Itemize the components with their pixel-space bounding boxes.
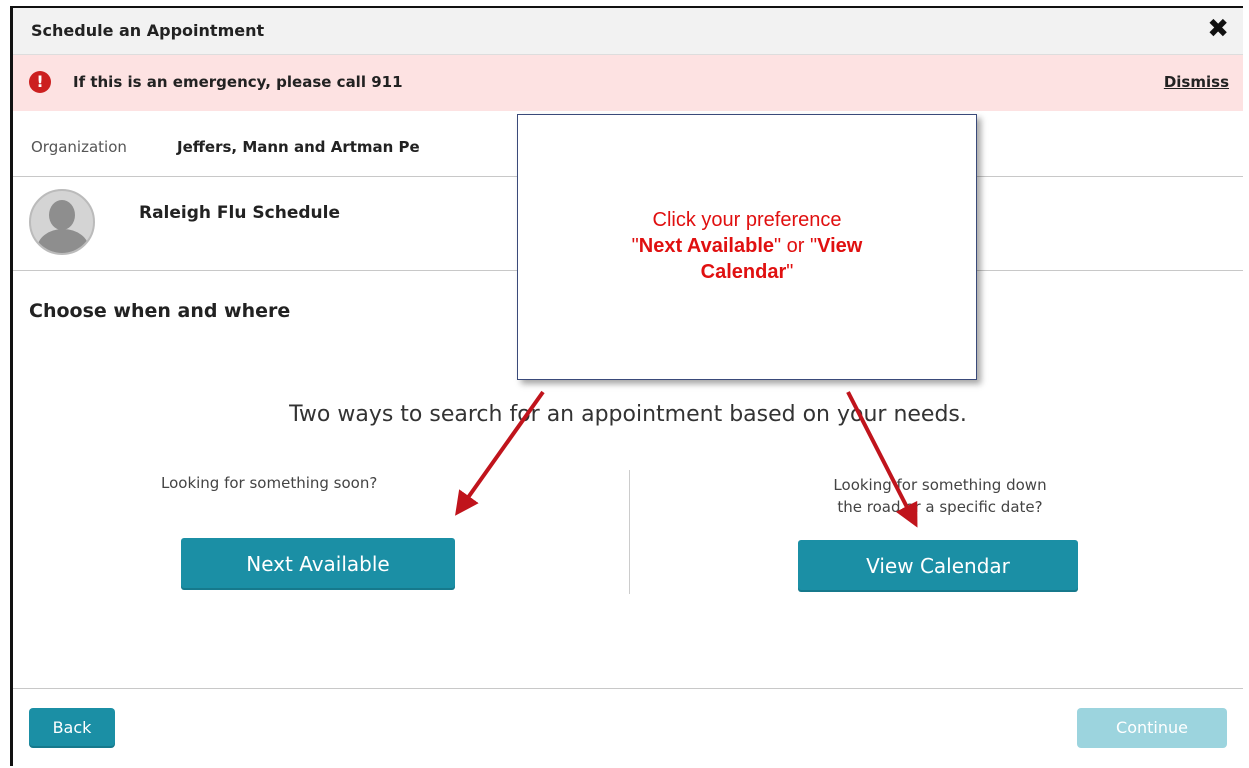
alert-message: If this is an emergency, please call 911 — [73, 73, 403, 91]
continue-button: Continue — [1077, 708, 1227, 748]
dialog-titlebar: Schedule an Appointment ✖ — [13, 8, 1243, 55]
callout-or: " or " — [774, 235, 818, 257]
intro-text: Two ways to search for an appointment ba… — [289, 402, 967, 427]
user-avatar-icon — [29, 189, 95, 255]
avatar-shoulders — [37, 229, 89, 253]
organization-name: Jeffers, Mann and Artman Pe — [177, 138, 420, 156]
emergency-alert: ! If this is an emergency, please call 9… — [13, 55, 1243, 111]
callout-quote: " — [631, 235, 639, 257]
back-button[interactable]: Back — [29, 708, 115, 748]
callout-view: View — [817, 235, 863, 257]
dialog-title: Schedule an Appointment — [31, 21, 265, 40]
dismiss-link[interactable]: Dismiss — [1164, 73, 1229, 91]
future-prompt-line1: Looking for something down — [833, 476, 1047, 494]
callout-line3: Calendar" — [518, 259, 976, 285]
footer-divider — [13, 688, 1243, 689]
schedule-name: Raleigh Flu Schedule — [139, 203, 340, 223]
callout-quote-end: " — [786, 261, 794, 283]
future-prompt: Looking for something down the road or a… — [755, 474, 1125, 518]
soon-prompt: Looking for something soon? — [161, 474, 378, 492]
callout-next-available: Next Available — [638, 235, 775, 257]
future-prompt-line2: the road or a specific date? — [837, 498, 1043, 516]
avatar-head — [49, 200, 75, 230]
alert-circle-icon: ! — [29, 71, 51, 93]
section-title: Choose when and where — [29, 300, 291, 322]
callout-calendar: Calendar — [700, 261, 787, 283]
view-calendar-button[interactable]: View Calendar — [798, 540, 1078, 592]
next-available-button[interactable]: Next Available — [181, 538, 455, 590]
annotation-callout: Click your preference "Next Available" o… — [517, 114, 977, 380]
callout-line1: Click your preference — [652, 209, 842, 231]
callout-line2: "Next Available" or "View — [518, 233, 976, 259]
organization-label: Organization — [31, 138, 127, 156]
close-icon[interactable]: ✖ — [1207, 14, 1229, 44]
column-divider — [629, 470, 630, 594]
